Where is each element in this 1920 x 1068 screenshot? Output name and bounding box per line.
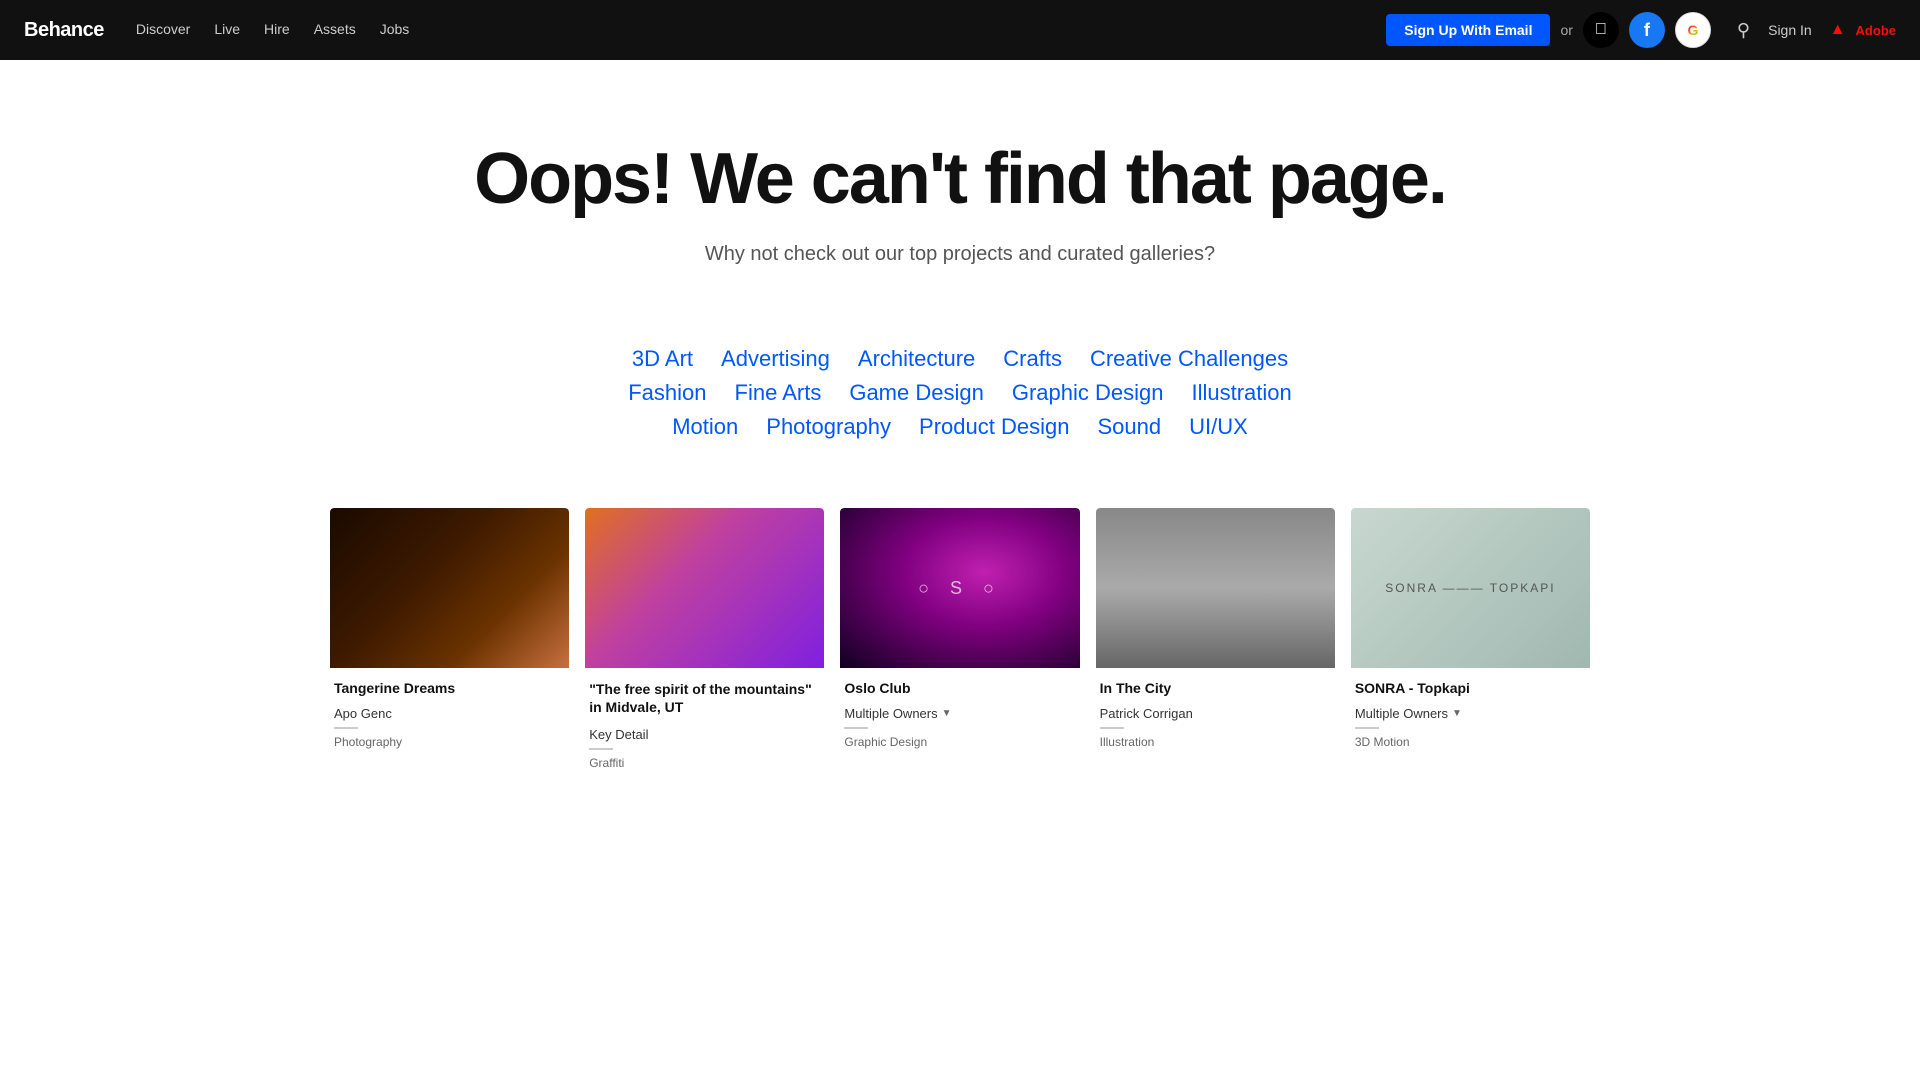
signup-button[interactable]: Sign Up With Email bbox=[1386, 14, 1550, 46]
or-label: or bbox=[1560, 22, 1572, 38]
project-category: Illustration bbox=[1100, 735, 1331, 749]
project-category: Photography bbox=[334, 735, 565, 749]
hero-section: Oops! We can't find that page. Why not c… bbox=[0, 60, 1920, 306]
apple-icon:  bbox=[1595, 21, 1607, 39]
navbar: Behance Discover Live Hire Assets Jobs S… bbox=[0, 0, 1920, 60]
signin-link[interactable]: Sign In bbox=[1768, 22, 1812, 38]
tag-ui-ux[interactable]: UI/UX bbox=[1189, 414, 1248, 440]
oslo-logo: ○ S ○ bbox=[918, 578, 1002, 599]
project-thumbnail bbox=[330, 508, 569, 668]
search-icon[interactable]: ⚲ bbox=[1737, 20, 1750, 41]
project-author: Multiple Owners ▼ bbox=[1355, 706, 1586, 721]
dropdown-arrow-icon: ▼ bbox=[942, 708, 952, 719]
project-author: Apo Genc bbox=[334, 706, 565, 721]
divider bbox=[334, 727, 358, 729]
nav-links: Discover Live Hire Assets Jobs bbox=[136, 21, 1354, 39]
divider bbox=[844, 727, 868, 729]
project-thumbnail: ○ S ○ bbox=[840, 508, 1079, 668]
project-category: Graphic Design bbox=[844, 735, 1075, 749]
tags-section: 3D Art Advertising Architecture Crafts C… bbox=[510, 306, 1410, 508]
nav-jobs[interactable]: Jobs bbox=[380, 21, 410, 37]
sonra-logo: SONRA ——— TOPKAPI bbox=[1385, 581, 1555, 595]
facebook-signin-button[interactable]: f bbox=[1629, 12, 1665, 48]
google-signin-button[interactable]: G bbox=[1675, 12, 1711, 48]
tag-advertising[interactable]: Advertising bbox=[721, 346, 830, 372]
tag-architecture[interactable]: Architecture bbox=[858, 346, 975, 372]
project-info: Tangerine Dreams Apo Genc Photography bbox=[330, 668, 569, 757]
apple-signin-button[interactable]:  bbox=[1583, 12, 1619, 48]
tag-motion[interactable]: Motion bbox=[672, 414, 738, 440]
tag-fashion[interactable]: Fashion bbox=[628, 380, 706, 406]
tag-sound[interactable]: Sound bbox=[1097, 414, 1161, 440]
project-card[interactable]: ○ S ○ Oslo Club Multiple Owners ▼ Graphi… bbox=[840, 508, 1079, 777]
nav-hire[interactable]: Hire bbox=[264, 21, 290, 37]
project-card[interactable]: In The City Patrick Corrigan Illustratio… bbox=[1096, 508, 1335, 777]
project-title: Tangerine Dreams bbox=[334, 680, 565, 696]
nav-discover[interactable]: Discover bbox=[136, 21, 190, 37]
tag-crafts[interactable]: Crafts bbox=[1003, 346, 1062, 372]
tag-product-design[interactable]: Product Design bbox=[919, 414, 1069, 440]
tag-graphic-design[interactable]: Graphic Design bbox=[1012, 380, 1164, 406]
project-category: 3D Motion bbox=[1355, 735, 1586, 749]
divider bbox=[1100, 727, 1124, 729]
project-author: Patrick Corrigan bbox=[1100, 706, 1331, 721]
behance-logo[interactable]: Behance bbox=[24, 19, 104, 42]
project-card[interactable]: SONRA ——— TOPKAPI SONRA - Topkapi Multip… bbox=[1351, 508, 1590, 777]
tag-illustration[interactable]: Illustration bbox=[1191, 380, 1291, 406]
adobe-label: Adobe bbox=[1856, 23, 1896, 38]
project-title: "The free spirit of the mountains" in Mi… bbox=[589, 680, 820, 716]
project-thumbnail bbox=[1096, 508, 1335, 668]
project-category: Graffiti bbox=[589, 756, 820, 770]
project-author: Multiple Owners ▼ bbox=[844, 706, 1075, 721]
project-title: SONRA - Topkapi bbox=[1355, 680, 1586, 696]
nav-live[interactable]: Live bbox=[214, 21, 240, 37]
tag-creative-challenges[interactable]: Creative Challenges bbox=[1090, 346, 1288, 372]
project-author: Key Detail bbox=[589, 727, 820, 742]
facebook-icon: f bbox=[1644, 20, 1650, 41]
project-card[interactable]: Tangerine Dreams Apo Genc Photography bbox=[330, 508, 569, 777]
project-title: Oslo Club bbox=[844, 680, 1075, 696]
tags-row-3: Motion Photography Product Design Sound … bbox=[530, 414, 1390, 440]
adobe-icon: ▲ bbox=[1830, 21, 1846, 39]
project-title: In The City bbox=[1100, 680, 1331, 696]
project-info: SONRA - Topkapi Multiple Owners ▼ 3D Mot… bbox=[1351, 668, 1590, 757]
navbar-right: Sign Up With Email or  f G ⚲ Sign In ▲ … bbox=[1386, 12, 1896, 48]
divider bbox=[1355, 727, 1379, 729]
google-icon: G bbox=[1687, 22, 1698, 38]
divider bbox=[589, 748, 613, 750]
tags-row-2: Fashion Fine Arts Game Design Graphic De… bbox=[530, 380, 1390, 406]
tag-game-design[interactable]: Game Design bbox=[849, 380, 984, 406]
project-thumbnail bbox=[585, 508, 824, 668]
project-info: Oslo Club Multiple Owners ▼ Graphic Desi… bbox=[840, 668, 1079, 757]
project-card[interactable]: "The free spirit of the mountains" in Mi… bbox=[585, 508, 824, 777]
project-info: In The City Patrick Corrigan Illustratio… bbox=[1096, 668, 1335, 757]
projects-grid: Tangerine Dreams Apo Genc Photography "T… bbox=[330, 508, 1590, 777]
tag-3d-art[interactable]: 3D Art bbox=[632, 346, 693, 372]
projects-section: Tangerine Dreams Apo Genc Photography "T… bbox=[310, 508, 1610, 837]
tag-photography[interactable]: Photography bbox=[766, 414, 891, 440]
project-info: "The free spirit of the mountains" in Mi… bbox=[585, 668, 824, 777]
project-thumbnail: SONRA ——— TOPKAPI bbox=[1351, 508, 1590, 668]
nav-assets[interactable]: Assets bbox=[314, 21, 356, 37]
error-subtitle: Why not check out our top projects and c… bbox=[20, 243, 1900, 266]
tags-row-1: 3D Art Advertising Architecture Crafts C… bbox=[530, 346, 1390, 372]
tag-fine-arts[interactable]: Fine Arts bbox=[735, 380, 822, 406]
dropdown-arrow-icon: ▼ bbox=[1452, 708, 1462, 719]
error-title: Oops! We can't find that page. bbox=[20, 140, 1900, 219]
